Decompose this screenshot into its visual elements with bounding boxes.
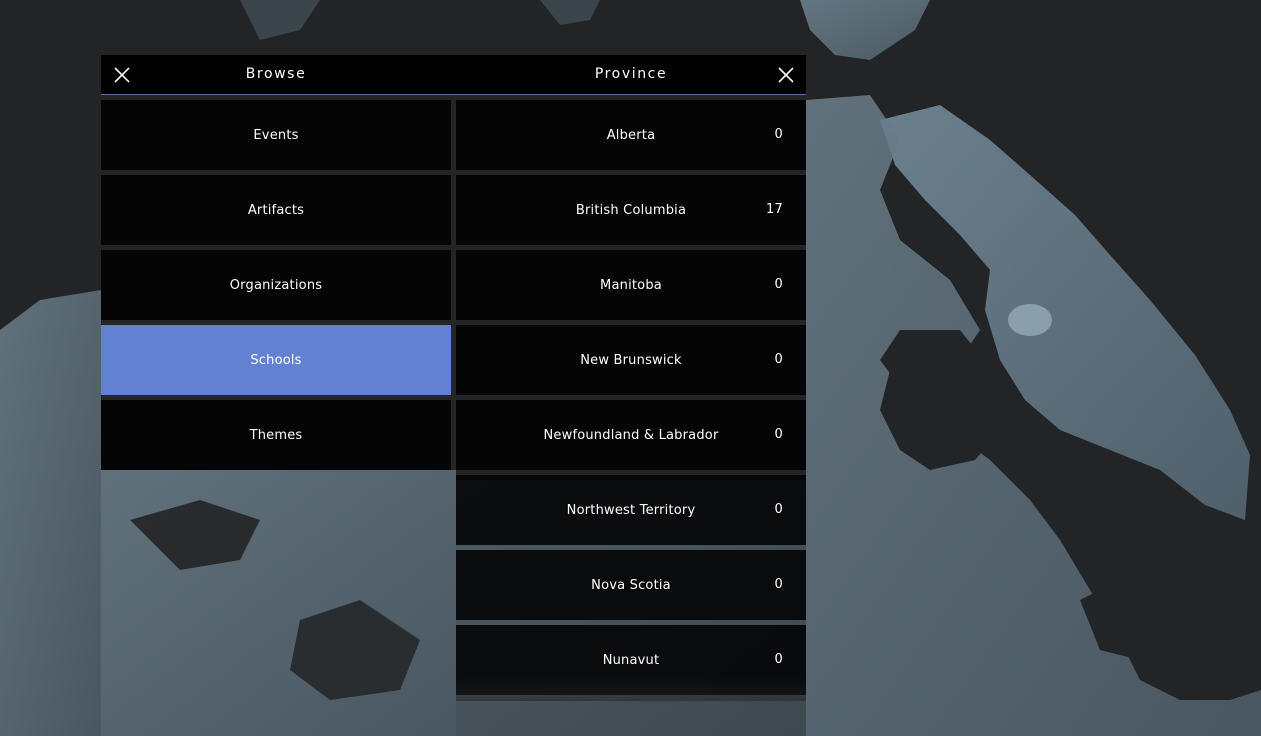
close-province-button[interactable]	[777, 66, 795, 84]
category-label: Organizations	[229, 277, 323, 293]
category-themes[interactable]: Themes	[101, 400, 451, 470]
map-landmass	[240, 0, 320, 40]
province-title: Province	[594, 66, 668, 82]
category-artifacts[interactable]: Artifacts	[101, 175, 451, 245]
province-label: Newfoundland & Labrador	[543, 427, 719, 443]
province-count: 0	[774, 127, 783, 142]
province-item-northwest-territory[interactable]: Northwest Territory 0	[456, 475, 806, 545]
category-label: Themes	[249, 427, 303, 443]
category-label: Events	[253, 127, 299, 143]
province-item-alberta[interactable]: Alberta 0	[456, 100, 806, 170]
map-lake	[1008, 304, 1052, 336]
category-label: Artifacts	[247, 202, 305, 218]
browse-panel: Browse Province Events Artifacts Organiz…	[101, 55, 806, 701]
map-landmass	[540, 0, 600, 25]
province-item-manitoba[interactable]: Manitoba 0	[456, 250, 806, 320]
province-item-nova-scotia[interactable]: Nova Scotia 0	[456, 550, 806, 620]
province-label: British Columbia	[575, 202, 687, 218]
category-label: Schools	[250, 352, 302, 368]
province-count: 17	[766, 202, 783, 217]
panel-header: Browse Province	[101, 55, 806, 95]
province-label: Manitoba	[600, 277, 662, 293]
map-landmass	[0, 290, 101, 736]
map-bay	[880, 330, 1010, 470]
province-label: Nunavut	[602, 652, 660, 668]
province-count: 0	[774, 277, 783, 292]
province-label: Nova Scotia	[591, 577, 671, 593]
province-item-new-brunswick[interactable]: New Brunswick 0	[456, 325, 806, 395]
close-icon	[778, 67, 794, 83]
category-events[interactable]: Events	[101, 100, 451, 170]
province-label: New Brunswick	[580, 352, 682, 368]
province-item-newfoundland-labrador[interactable]: Newfoundland & Labrador 0	[456, 400, 806, 470]
browse-category-list: Events Artifacts Organizations Schools T…	[101, 100, 451, 475]
province-label: Northwest Territory	[566, 502, 696, 518]
browse-title: Browse	[245, 66, 307, 82]
province-count: 0	[774, 352, 783, 367]
province-count: 0	[774, 427, 783, 442]
province-label: Alberta	[606, 127, 656, 143]
province-count: 0	[774, 652, 783, 667]
province-list: Alberta 0 British Columbia 17 Manitoba 0…	[456, 100, 806, 700]
category-schools[interactable]: Schools	[101, 325, 451, 395]
province-item-british-columbia[interactable]: British Columbia 17	[456, 175, 806, 245]
province-item-nunavut[interactable]: Nunavut 0	[456, 625, 806, 695]
province-count: 0	[774, 502, 783, 517]
category-organizations[interactable]: Organizations	[101, 250, 451, 320]
province-count: 0	[774, 577, 783, 592]
map-landmass	[800, 0, 930, 60]
